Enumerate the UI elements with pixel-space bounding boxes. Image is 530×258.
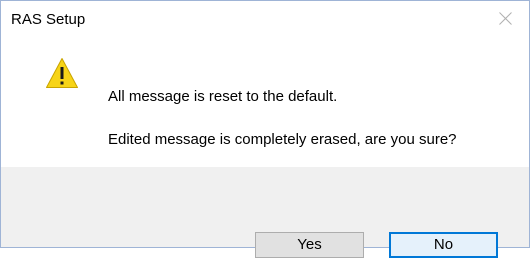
warning-icon xyxy=(46,58,78,88)
message-line-2: Edited message is completely erased, are… xyxy=(108,131,457,148)
close-button[interactable] xyxy=(483,3,527,33)
dialog-window: RAS Setup All message is reset to the de… xyxy=(0,0,530,248)
window-title: RAS Setup xyxy=(11,11,86,28)
close-icon xyxy=(499,12,512,25)
message-line-1: All message is reset to the default. xyxy=(108,88,338,105)
no-button[interactable]: No xyxy=(389,232,498,258)
title-bar[interactable]: RAS Setup xyxy=(1,1,529,33)
yes-button[interactable]: Yes xyxy=(255,232,364,258)
